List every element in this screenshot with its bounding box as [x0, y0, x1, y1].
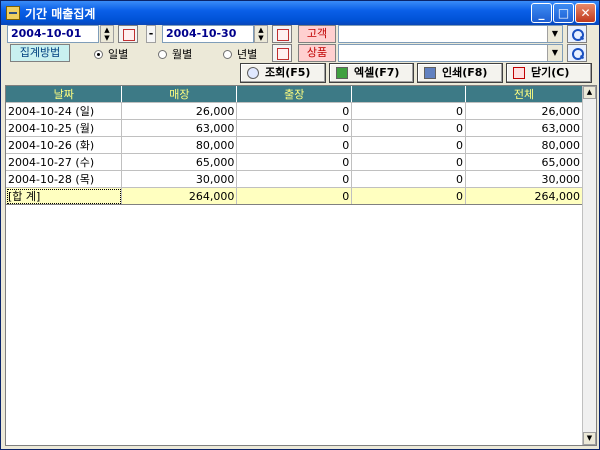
date-to-spinner[interactable]: ▲ ▼: [254, 25, 268, 43]
printer-icon: [424, 67, 436, 79]
cell-store: 63,000: [121, 119, 238, 137]
minimize-button[interactable]: _: [531, 3, 552, 23]
cell-outcall: 0: [236, 102, 353, 120]
sales-grid[interactable]: 날짜 매장 출장 전체 2004-10-24 (일) 26,000 0 0 26…: [5, 85, 597, 446]
total-store: 264,000: [121, 187, 238, 205]
column-header-date[interactable]: 날짜: [6, 86, 123, 103]
cell-date: 2004-10-27 (수): [6, 153, 123, 171]
cell-outcall: 0: [236, 170, 353, 188]
table-row[interactable]: 2004-10-26 (화) 80,000 0 0 80,000: [6, 136, 583, 154]
cell-date: 2004-10-25 (월): [6, 119, 123, 137]
column-header-total[interactable]: 전체: [465, 86, 583, 103]
table-row[interactable]: 2004-10-28 (목) 30,000 0 0 30,000: [6, 170, 583, 188]
chevron-down-icon[interactable]: ▼: [547, 26, 562, 42]
magnifier-icon: [247, 67, 259, 79]
close-button[interactable]: 닫기(C): [506, 63, 592, 83]
table-header-row: 날짜 매장 출장 전체: [6, 86, 583, 103]
sales-table: 날짜 매장 출장 전체 2004-10-24 (일) 26,000 0 0 26…: [6, 86, 583, 205]
column-header-blank[interactable]: [351, 86, 467, 103]
title-bar[interactable]: 기간 매출집계 _ □ ✕: [1, 1, 599, 25]
vertical-scrollbar[interactable]: ▲ ▼: [582, 86, 596, 445]
radio-dot: [223, 50, 232, 59]
date-to-input[interactable]: 2004-10-30: [162, 25, 254, 43]
date-from-calendar-button[interactable]: [118, 25, 138, 43]
date-from-spinner[interactable]: ▲ ▼: [100, 25, 114, 43]
product-combo[interactable]: ▼: [338, 44, 563, 62]
column-header-outcall[interactable]: 출장: [236, 86, 353, 103]
cell-other: 0: [351, 119, 467, 137]
cell-outcall: 0: [236, 119, 353, 137]
cell-date: 2004-10-28 (목): [6, 170, 123, 188]
main-window: 기간 매출집계 _ □ ✕ 2004-10-01 ▲ ▼ - 2004-10-30…: [0, 0, 600, 450]
product-search-button[interactable]: [567, 44, 587, 62]
total-row[interactable]: [합 계] 264,000 0 0 264,000: [6, 187, 583, 205]
customer-combo[interactable]: ▼: [338, 25, 563, 43]
table-row[interactable]: 2004-10-27 (수) 65,000 0 0 65,000: [6, 153, 583, 171]
radio-daily[interactable]: 일별: [94, 46, 129, 61]
excel-button[interactable]: 엑셀(F7): [329, 63, 414, 83]
query-button[interactable]: 조회(F5): [240, 63, 326, 83]
extra-calendar-button[interactable]: [272, 44, 292, 62]
total-label: [합 계]: [6, 187, 123, 205]
maximize-button[interactable]: □: [553, 3, 574, 23]
query-button-label: 조회(F5): [265, 66, 311, 79]
total-outcall: 0: [236, 187, 353, 205]
cell-other: 0: [351, 153, 467, 171]
cell-other: 0: [351, 102, 467, 120]
window-title: 기간 매출집계: [25, 7, 96, 21]
cell-outcall: 0: [236, 153, 353, 171]
cell-other: 0: [351, 170, 467, 188]
cell-store: 80,000: [121, 136, 238, 154]
cell-store: 26,000: [121, 102, 238, 120]
excel-button-label: 엑셀(F7): [354, 66, 400, 79]
cell-outcall: 0: [236, 136, 353, 154]
customer-label[interactable]: 고객: [298, 25, 336, 43]
radio-monthly-label: 월별: [172, 48, 193, 61]
column-header-store[interactable]: 매장: [121, 86, 238, 103]
scroll-up-icon[interactable]: ▲: [583, 86, 596, 99]
date-from-input[interactable]: 2004-10-01: [7, 25, 99, 43]
app-icon: [6, 6, 20, 20]
radio-monthly[interactable]: 월별: [158, 46, 193, 61]
cell-total: 65,000: [465, 153, 583, 171]
radio-dot: [158, 50, 167, 59]
cell-total: 63,000: [465, 119, 583, 137]
cell-store: 65,000: [121, 153, 238, 171]
table-row[interactable]: 2004-10-24 (일) 26,000 0 0 26,000: [6, 102, 583, 120]
date-to-calendar-button[interactable]: [272, 25, 292, 43]
table-row[interactable]: 2004-10-25 (월) 63,000 0 0 63,000: [6, 119, 583, 137]
radio-yearly[interactable]: 년별: [223, 46, 258, 61]
close-button-label: 닫기(C): [531, 66, 570, 79]
excel-icon: [336, 67, 348, 79]
total-all: 264,000: [465, 187, 583, 205]
print-button-label: 인쇄(F8): [442, 66, 488, 79]
close-window-button[interactable]: ✕: [575, 3, 596, 23]
customer-search-button[interactable]: [567, 25, 587, 43]
aggregation-label: 집계방법: [10, 44, 70, 62]
total-other: 0: [351, 187, 467, 205]
cell-total: 80,000: [465, 136, 583, 154]
cell-date: 2004-10-24 (일): [6, 102, 123, 120]
radio-dot: [94, 50, 103, 59]
radio-daily-label: 일별: [108, 48, 129, 61]
scroll-down-icon[interactable]: ▼: [583, 432, 596, 445]
cell-other: 0: [351, 136, 467, 154]
cell-total: 30,000: [465, 170, 583, 188]
product-label[interactable]: 상품: [298, 44, 336, 62]
close-icon: [513, 67, 525, 79]
radio-yearly-label: 년별: [237, 48, 258, 61]
print-button[interactable]: 인쇄(F8): [417, 63, 503, 83]
chevron-down-icon[interactable]: ▼: [547, 45, 562, 61]
cell-total: 26,000: [465, 102, 583, 120]
date-range-separator: -: [146, 25, 156, 43]
cell-store: 30,000: [121, 170, 238, 188]
cell-date: 2004-10-26 (화): [6, 136, 123, 154]
